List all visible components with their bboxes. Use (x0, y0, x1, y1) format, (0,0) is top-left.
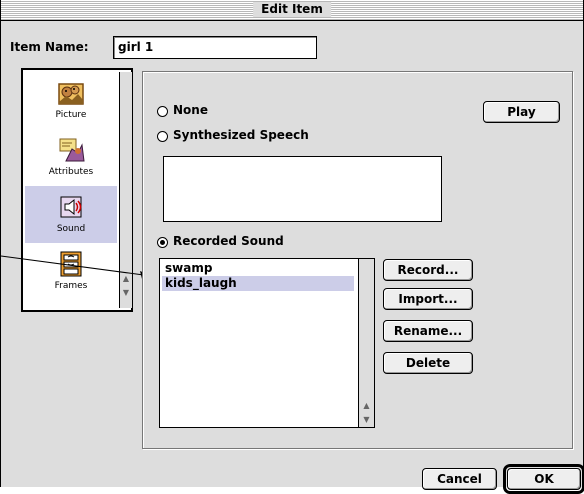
record-button[interactable]: Record... (383, 259, 473, 281)
recorded-sound-radio[interactable] (157, 237, 168, 248)
title-bar[interactable]: Edit Item (1, 0, 583, 21)
none-label: None (173, 103, 208, 117)
sidebar-item-label: Picture (55, 110, 87, 120)
attributes-icon (59, 138, 85, 162)
picture-icon (58, 83, 84, 105)
sidebar-item-picture[interactable]: Picture (25, 72, 117, 129)
sidebar-item-attributes[interactable]: Attributes (25, 129, 117, 186)
synthesized-speech-label: Synthesized Speech (173, 128, 309, 142)
sound-settings-panel: None Play Synthesized Speech Recorded So… (142, 71, 573, 449)
scroll-down-icon[interactable]: ▼ (359, 413, 374, 426)
speech-text-area[interactable] (163, 156, 442, 222)
recorded-sound-label: Recorded Sound (173, 234, 284, 248)
speaker-icon (60, 196, 82, 218)
list-item[interactable]: swamp (162, 261, 354, 276)
item-name-field[interactable]: girl 1 (113, 36, 317, 59)
callout-arrow (1, 255, 152, 279)
list-scrollbar[interactable]: ▲ ▼ (358, 259, 374, 427)
window-title: Edit Item (253, 2, 331, 17)
rename-button[interactable]: Rename... (383, 320, 473, 342)
item-name-label: Item Name: (10, 40, 89, 54)
sidebar-item-label: Sound (56, 224, 86, 234)
scroll-up-icon[interactable]: ▲ (359, 399, 374, 412)
sidebar-item-label: Attributes (48, 167, 94, 177)
import-button[interactable]: Import... (383, 288, 473, 310)
none-radio[interactable] (157, 106, 168, 117)
sidebar-item-sound[interactable]: Sound (25, 186, 117, 243)
play-button[interactable]: Play (483, 101, 560, 123)
recorded-sounds-list[interactable]: swamp kids_laugh ▲ ▼ (159, 258, 375, 428)
scroll-down-icon[interactable]: ▼ (120, 286, 132, 299)
synthesized-speech-radio[interactable] (157, 131, 168, 142)
sidebar-item-label: Frames (54, 281, 88, 291)
delete-button[interactable]: Delete (383, 352, 473, 374)
edit-item-dialog: Edit Item Item Name: girl 1 Picture Attr… (0, 0, 584, 494)
list-item[interactable]: kids_laugh (162, 276, 354, 291)
